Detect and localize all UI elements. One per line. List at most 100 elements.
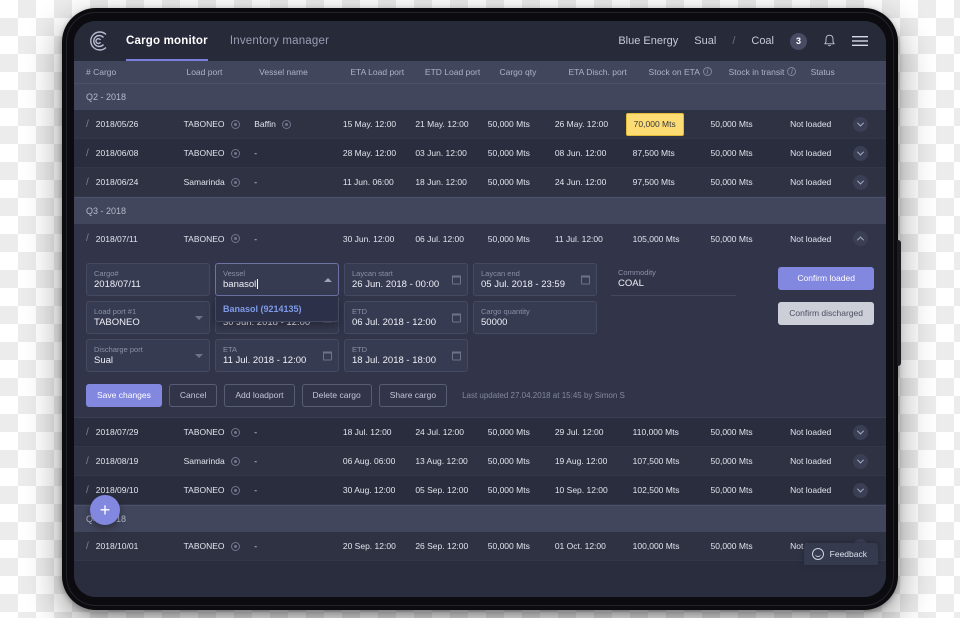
group-header-q4[interactable]: Q4 - 2018 <box>74 505 886 532</box>
edit-pencil-icon[interactable]: / <box>86 485 89 496</box>
vessel-input-value[interactable]: banasol <box>223 278 331 291</box>
calendar-icon-laycan-end[interactable] <box>581 275 590 284</box>
column-header-cargo-qty[interactable]: Cargo qty <box>499 67 568 77</box>
column-header-etd-load-port[interactable]: ETD Load port <box>425 67 500 77</box>
edit-pencil-icon[interactable]: / <box>86 541 89 552</box>
table-row-expanded[interactable]: / 2018/07/11 TABONEO - 30 Jun. 12:00 06 … <box>74 224 886 253</box>
discharge-port-field[interactable]: Discharge port Sual <box>86 339 210 372</box>
laycan-start-field[interactable]: Laycan start 26 Jun. 2018 - 00:00 <box>344 263 468 296</box>
app-logo-icon[interactable] <box>84 26 114 56</box>
cargo-number-field[interactable]: Cargo# 2018/07/11 <box>86 263 210 296</box>
table-row[interactable]: / 2018/05/26 TABONEO Baffin 15 May. 12:0… <box>74 110 886 139</box>
chevron-down-icon[interactable] <box>853 453 868 469</box>
device-side-button[interactable] <box>897 240 901 366</box>
notification-count-badge[interactable]: 3 <box>790 32 807 50</box>
cargo-quantity-field[interactable]: Cargo quantity 50000 <box>473 301 597 334</box>
table-row[interactable]: / 2018/10/01 TABONEO - 20 Sep. 12:00 26 … <box>74 532 886 561</box>
chevron-down-icon-load-port[interactable] <box>195 315 203 320</box>
info-icon-stock-on-eta[interactable]: i <box>702 67 712 76</box>
chevron-down-icon[interactable] <box>853 424 868 440</box>
row-expand-toggle[interactable] <box>852 482 874 498</box>
location-pin-icon-load[interactable] <box>230 177 240 187</box>
add-loadport-button[interactable]: Add loadport <box>224 384 295 407</box>
etd-discharge-field[interactable]: ETD 18 Jul. 2018 - 18:00 <box>344 339 468 372</box>
load-port-field[interactable]: Load port #1 TABONEO <box>86 301 210 334</box>
edit-pencil-icon[interactable]: / <box>86 177 89 188</box>
edit-pencil-icon[interactable]: / <box>86 427 89 438</box>
column-header-cargo-number[interactable]: # Cargo <box>86 67 186 77</box>
table-row[interactable]: / 2018/06/08 TABONEO - 28 May. 12:00 03 … <box>74 139 886 168</box>
chevron-down-icon[interactable] <box>853 145 868 161</box>
eta-discharge-field[interactable]: ETA 11 Jul. 2018 - 12:00 <box>215 339 339 372</box>
edit-pencil-icon[interactable]: / <box>86 456 89 467</box>
cell-stock-on-eta[interactable]: 70,000 Mts <box>625 112 711 136</box>
calendar-icon-laycan-start[interactable] <box>452 275 461 284</box>
location-pin-icon-load[interactable] <box>230 541 240 551</box>
calendar-icon-eta-discharge[interactable] <box>323 351 332 360</box>
vessel-suggestion-item[interactable]: Banasol (9214135) <box>216 301 338 317</box>
confirm-loaded-button[interactable]: Confirm loaded <box>778 267 874 290</box>
column-header-status[interactable]: Status <box>811 67 874 77</box>
share-cargo-button[interactable]: Share cargo <box>378 384 448 407</box>
column-header-load-port[interactable]: Load port <box>186 67 259 77</box>
commodity-field[interactable]: Commodity COAL <box>611 263 737 296</box>
cell-cargo-number[interactable]: / 2018/05/26 <box>86 119 184 130</box>
chevron-down-icon-discharge-port[interactable] <box>195 353 203 358</box>
cell-cargo-number[interactable]: / 2018/06/24 <box>86 177 184 188</box>
account-name[interactable]: Blue Energy <box>618 35 678 47</box>
bell-icon[interactable] <box>823 34 836 48</box>
cell-cargo-number[interactable]: / 2018/10/01 <box>86 541 184 552</box>
cell-cargo-number[interactable]: / 2018/07/11 <box>86 233 184 244</box>
table-row[interactable]: / 2018/06/24 Samarinda - 11 Jun. 06:00 1… <box>74 168 886 197</box>
group-header-q3[interactable]: Q3 - 2018 <box>74 197 886 224</box>
column-header-stock-on-eta[interactable]: Stock on ETA i <box>649 67 729 77</box>
column-header-eta-disch-port[interactable]: ETA Disch. port <box>568 67 648 77</box>
row-expand-toggle[interactable] <box>852 116 874 132</box>
cancel-button[interactable]: Cancel <box>168 384 218 407</box>
site-name[interactable]: Sual <box>694 35 716 47</box>
cell-cargo-number[interactable]: / 2018/07/29 <box>86 427 184 438</box>
cargo-table-container[interactable]: # Cargo Load port Vessel name ETA Load p… <box>74 61 886 597</box>
tab-cargo-monitor[interactable]: Cargo monitor <box>126 21 208 61</box>
column-header-vessel-name[interactable]: Vessel name <box>259 67 350 77</box>
vessel-field[interactable]: Vessel banasol Banasol (9214135) <box>215 263 339 322</box>
chevron-down-icon[interactable] <box>853 482 868 498</box>
row-expand-toggle[interactable] <box>852 174 874 190</box>
row-expand-toggle[interactable] <box>852 453 874 469</box>
chevron-down-icon[interactable] <box>853 174 868 190</box>
edit-pencil-icon[interactable]: / <box>86 148 89 159</box>
edit-pencil-icon[interactable]: / <box>86 233 89 244</box>
chevron-up-icon[interactable] <box>853 231 868 246</box>
hamburger-menu-icon[interactable] <box>852 35 868 47</box>
location-pin-icon-vessel[interactable] <box>281 119 291 129</box>
location-pin-icon-load[interactable] <box>230 234 240 243</box>
cell-cargo-number[interactable]: / 2018/09/10 <box>86 485 184 496</box>
laycan-end-field[interactable]: Laycan end 05 Jul. 2018 - 23:59 <box>473 263 597 296</box>
commodity-name[interactable]: Coal <box>751 35 774 47</box>
chevron-up-icon-vessel[interactable] <box>324 277 332 282</box>
add-cargo-fab-button[interactable]: + <box>90 495 120 525</box>
table-row[interactable]: / 2018/08/19 Samarinda - 06 Aug. 06:00 1… <box>74 447 886 476</box>
row-collapse-toggle[interactable] <box>852 231 874 246</box>
chevron-down-icon[interactable] <box>853 116 868 132</box>
location-pin-icon-load[interactable] <box>230 427 240 437</box>
edit-pencil-icon[interactable]: / <box>86 119 89 130</box>
tab-inventory-manager[interactable]: Inventory manager <box>230 21 329 61</box>
etd-load-field[interactable]: ETD 06 Jul. 2018 - 12:00 <box>344 301 468 334</box>
cell-cargo-number[interactable]: / 2018/06/08 <box>86 148 184 159</box>
feedback-widget-button[interactable]: Feedback <box>803 543 878 565</box>
table-row[interactable]: / 2018/09/10 TABONEO - 30 Aug. 12:00 05 … <box>74 476 886 505</box>
save-changes-button[interactable]: Save changes <box>86 384 162 407</box>
location-pin-icon-load[interactable] <box>230 148 240 158</box>
cell-cargo-number[interactable]: / 2018/08/19 <box>86 456 184 467</box>
location-pin-icon-load[interactable] <box>230 456 240 466</box>
column-header-stock-in-transit[interactable]: Stock in transit i <box>729 67 811 77</box>
table-row[interactable]: / 2018/07/29 TABONEO - 18 Jul. 12:00 24 … <box>74 418 886 447</box>
row-expand-toggle[interactable] <box>852 145 874 161</box>
location-pin-icon-load[interactable] <box>230 119 240 129</box>
calendar-icon-etd-load[interactable] <box>452 313 461 322</box>
delete-cargo-button[interactable]: Delete cargo <box>301 384 372 407</box>
group-header-q2[interactable]: Q2 - 2018 <box>74 83 886 110</box>
location-pin-icon-load[interactable] <box>230 485 240 495</box>
row-expand-toggle[interactable] <box>852 424 874 440</box>
